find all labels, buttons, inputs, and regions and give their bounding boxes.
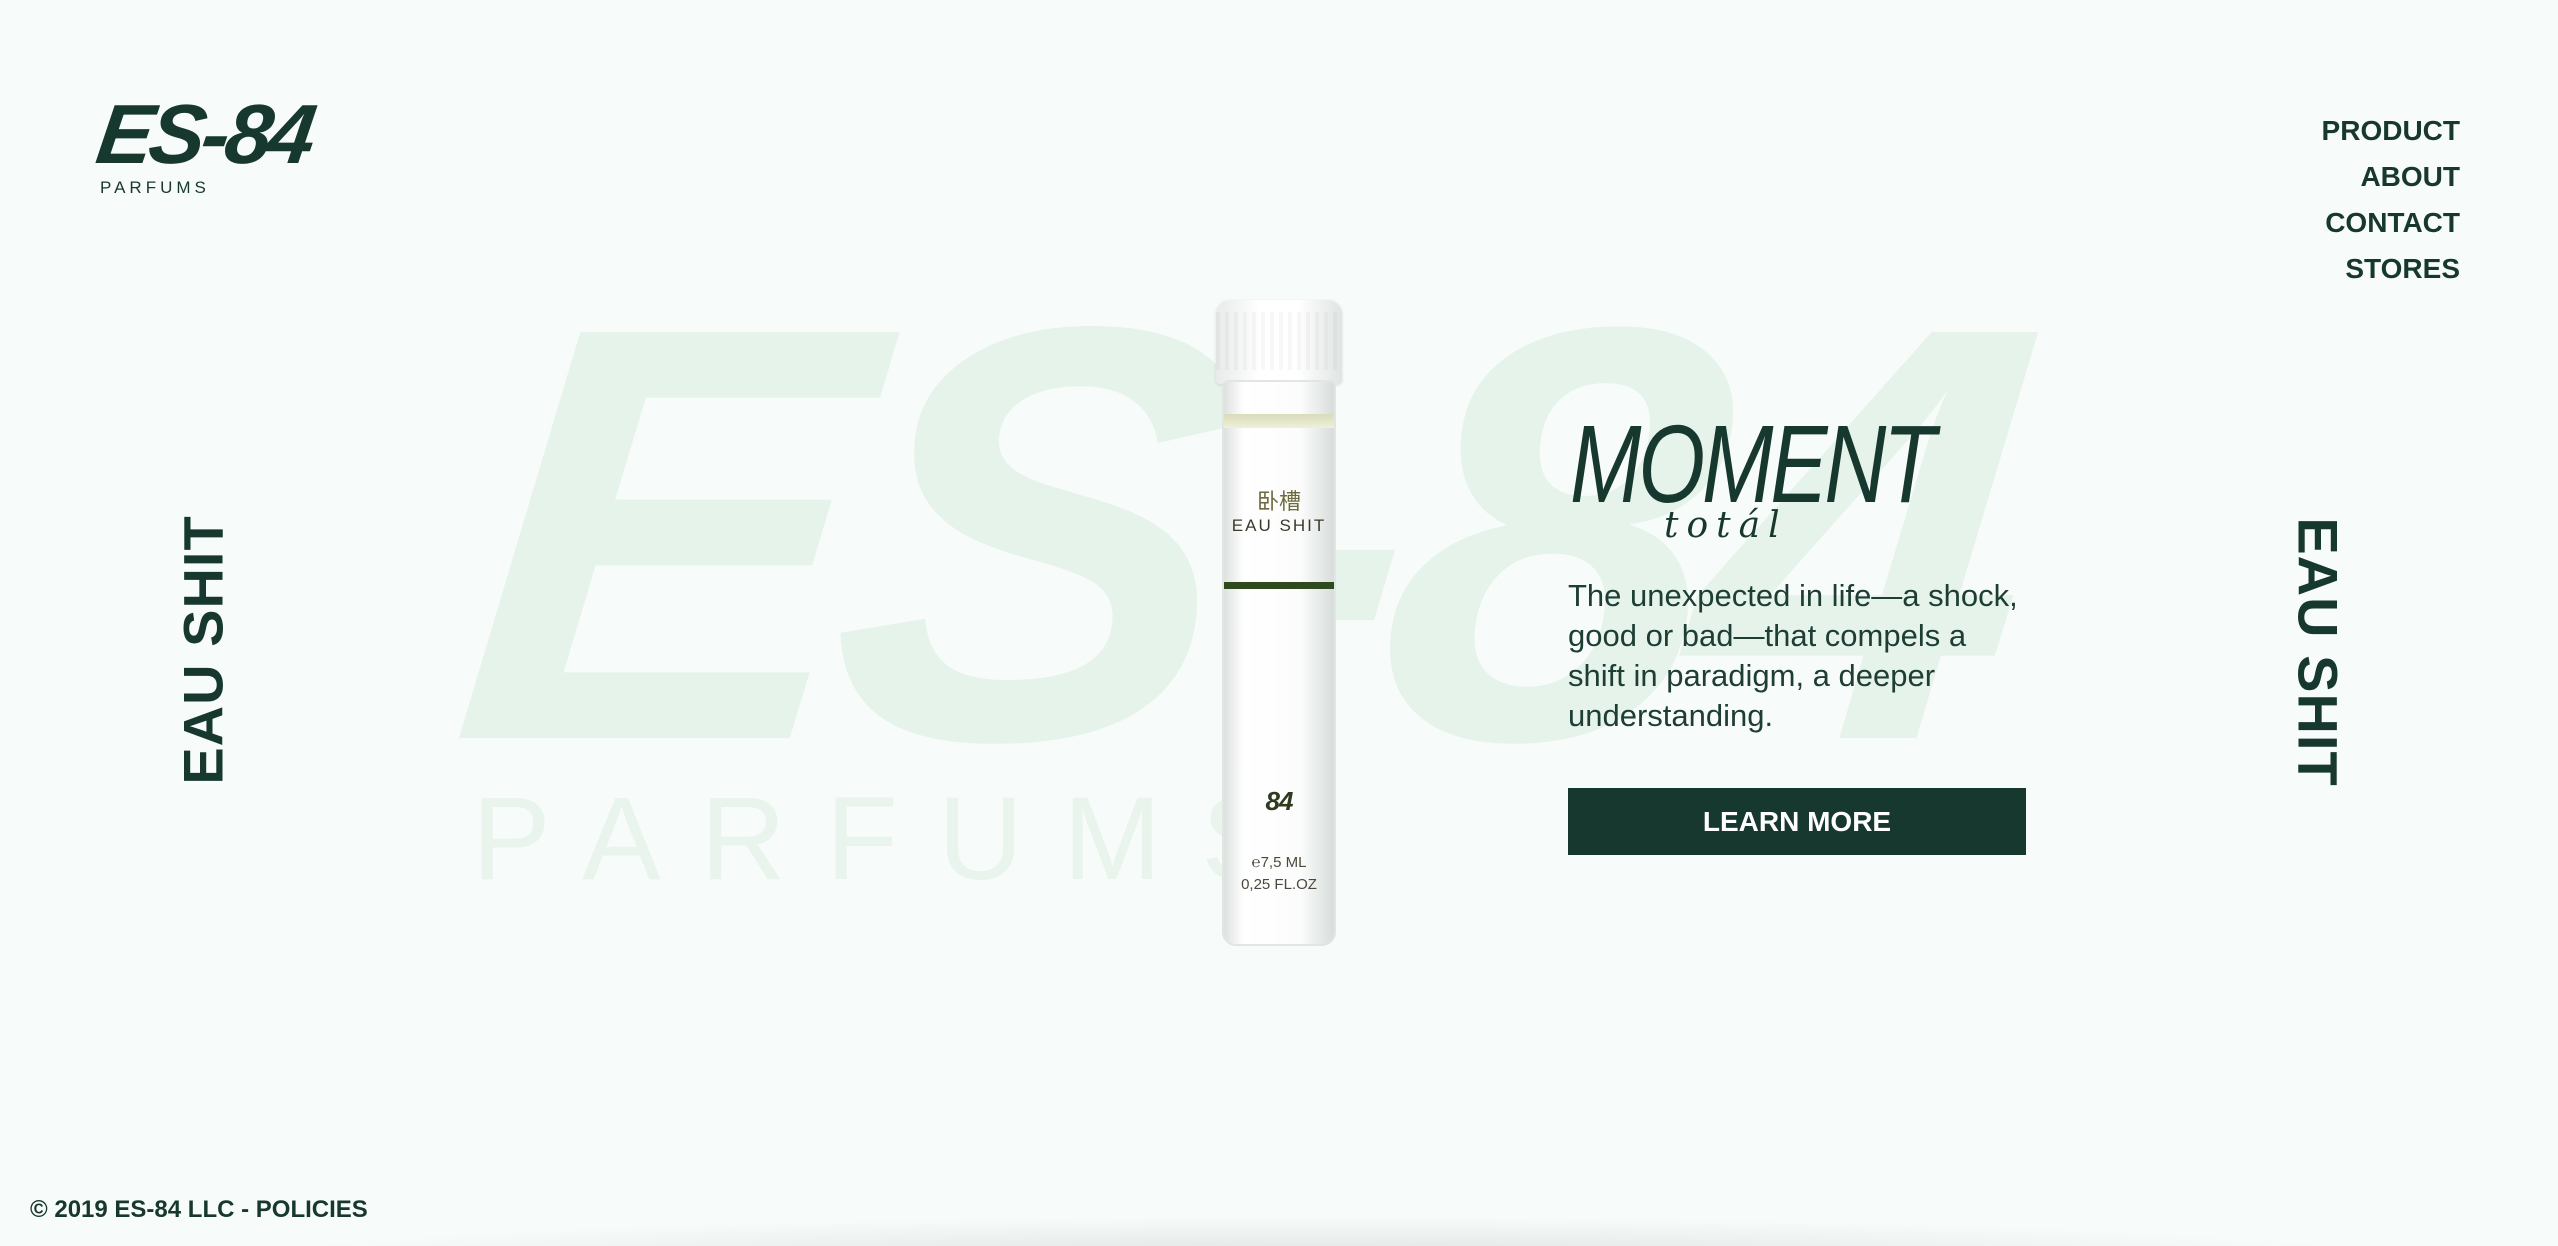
brand-logo[interactable]: ES-84 PARFUMS (91, 87, 318, 198)
product-title: MOMENT (1570, 403, 1936, 526)
side-text-right: EAU SHIT (2286, 517, 2350, 787)
nav-about[interactable]: ABOUT (2360, 154, 2460, 200)
vial-brand-mark: 84 (1265, 786, 1294, 816)
vial-cjk-label: 卧槽 (1256, 490, 1301, 515)
page: ES-84 PARFUMS ES-84 PARFUMS PRODUCT ABOU… (0, 0, 2558, 1246)
vial-volume-ml: ℮7,5 ML (1251, 854, 1307, 871)
vial-body: 卧槽 EAU SHIT 84 ℮7,5 ML 0,25 FL.OZ (1222, 380, 1336, 946)
footer: © 2019 ES-84 LLC - POLICIES (30, 1196, 368, 1224)
main-nav: PRODUCT ABOUT CONTACT STORES (2322, 108, 2460, 292)
product-description: The unexpected in life—a shock, good or … (1568, 578, 2018, 733)
side-text-left: EAU SHIT (171, 515, 235, 785)
nav-contact[interactable]: CONTACT (2325, 200, 2460, 246)
vial-liquid (1224, 414, 1334, 428)
footer-copyright: © 2019 ES-84 LLC - (30, 1196, 256, 1223)
vial-cap (1216, 300, 1342, 384)
vial-label: EAU SHIT (1231, 516, 1327, 535)
learn-more-button[interactable]: LEARN MORE (1568, 788, 2026, 855)
vial-volume: ℮7,5 ML 0,25 FL.OZ (1224, 852, 1334, 896)
footer-policies-link[interactable]: POLICIES (256, 1196, 368, 1223)
vial-volume-oz: 0,25 FL.OZ (1241, 876, 1317, 893)
vial-band (1224, 582, 1334, 589)
nav-product[interactable]: PRODUCT (2322, 108, 2460, 154)
footer-shadow (220, 1216, 2418, 1246)
nav-stores[interactable]: STORES (2345, 246, 2460, 292)
logo-wordmark: ES-84 (91, 87, 319, 181)
product-subtitle: totál (1664, 505, 1788, 546)
watermark-parfums: PARFUMS (472, 773, 1321, 905)
product-vial-image: 卧槽 EAU SHIT 84 ℮7,5 ML 0,25 FL.OZ (1214, 300, 1344, 948)
logo-subtitle: PARFUMS (100, 178, 210, 197)
